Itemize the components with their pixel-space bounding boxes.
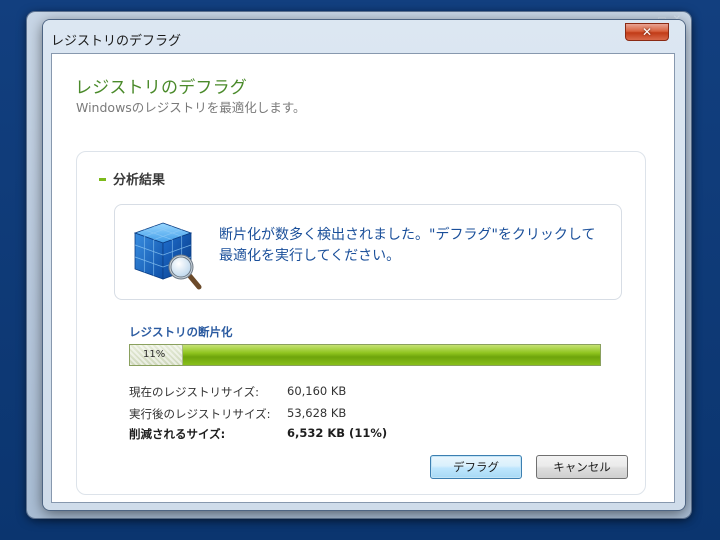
registry-cube-magnifier-icon <box>133 222 202 290</box>
reduced-size-label: 削減されるサイズ: <box>129 427 226 441</box>
page-subtitle: Windowsのレジストリを最適化します。 <box>76 100 306 115</box>
fragmentation-progress-bar: 11% <box>129 344 601 366</box>
progress-marker: 11% <box>130 345 183 365</box>
progress-percent: 11% <box>143 349 166 360</box>
section-marker-icon <box>99 178 106 181</box>
fragmentation-label: レジストリの断片化 <box>129 325 233 339</box>
current-size-label: 現在のレジストリサイズ: <box>129 385 260 399</box>
cancel-button[interactable]: キャンセル <box>536 455 628 479</box>
dialog-content: レジストリのデフラグ Windowsのレジストリを最適化します。 分析結果 断片… <box>51 53 675 503</box>
page-title: レジストリのデフラグ <box>75 78 247 98</box>
result-box: 断片化が数多く検出されました。"デフラグ"をクリックして最適化を実行してください… <box>114 204 622 300</box>
reduced-size-value: 6,532 KB (11%) <box>287 426 388 440</box>
progress-fill <box>130 345 600 365</box>
close-icon: ✕ <box>641 25 653 39</box>
result-message: 断片化が数多く検出されました。"デフラグ"をクリックして最適化を実行してください… <box>219 227 596 264</box>
title-bar[interactable]: レジストリのデフラグ ✕ <box>43 20 685 54</box>
close-button[interactable]: ✕ <box>625 23 669 41</box>
current-size-value: 60,160 KB <box>287 384 347 398</box>
defrag-button[interactable]: デフラグ <box>430 455 522 479</box>
section-title: 分析結果 <box>113 173 166 188</box>
after-size-value: 53,628 KB <box>287 406 347 420</box>
window-title: レジストリのデフラグ <box>51 34 182 49</box>
defrag-dialog: レジストリのデフラグ ✕ レジストリのデフラグ Windowsのレジストリを最適… <box>43 20 685 510</box>
analysis-panel: 分析結果 断片化が数多く検出されました。"デフラグ"をクリックして最適化を実行し… <box>76 151 646 495</box>
after-size-label: 実行後のレジストリサイズ: <box>129 407 271 421</box>
